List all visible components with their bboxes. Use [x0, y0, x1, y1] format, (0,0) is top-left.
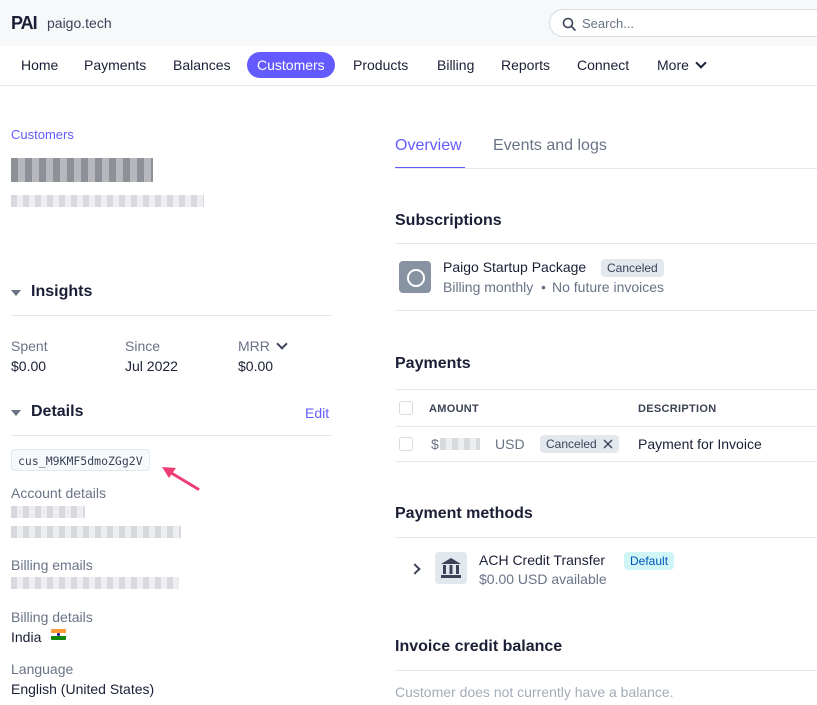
subscription-name[interactable]: Paigo Startup Package [443, 259, 586, 275]
nav-reports[interactable]: Reports [491, 52, 560, 78]
main-nav: Home Payments Balances Customers Product… [0, 46, 817, 86]
account-email-redacted [11, 526, 181, 538]
default-badge: Default [624, 552, 675, 570]
payment-currency: USD [495, 436, 525, 452]
divider [395, 310, 817, 311]
subscription-icon [399, 261, 431, 293]
customer-id[interactable]: cus_M9KMF5dmoZGg2V [11, 449, 150, 471]
insights-toggle-icon[interactable] [11, 290, 21, 296]
chevron-right-icon[interactable] [409, 563, 421, 575]
insights-title: Insights [31, 283, 93, 300]
search-icon [562, 17, 576, 31]
invoice-credit-empty-text: Customer does not currently have a balan… [395, 684, 674, 700]
language-label: Language [11, 661, 74, 677]
annotation-arrow-icon [162, 467, 200, 491]
paigo-logo[interactable]: PAI [11, 11, 41, 33]
subscription-billing: Billing monthly [443, 279, 534, 295]
account-name-redacted [11, 506, 85, 518]
subscription-next-invoice: No future invoices [552, 279, 665, 295]
nav-payments[interactable]: Payments [74, 52, 156, 78]
mrr-label: MRR [238, 338, 270, 354]
payment-status-label: Canceled [546, 437, 597, 451]
details-title: Details [31, 403, 84, 420]
india-flag-icon [51, 629, 66, 640]
account-details-label: Account details [11, 485, 106, 501]
nav-balances[interactable]: Balances [163, 52, 241, 78]
billing-country: India [11, 629, 42, 645]
search-input[interactable]: Search... [549, 9, 817, 37]
billing-details-label: Billing details [11, 609, 93, 625]
mrr-dropdown[interactable]: MRR [238, 338, 288, 354]
payment-methods-title: Payment methods [395, 505, 533, 522]
billing-email-redacted [11, 577, 179, 589]
customer-name-redacted [11, 158, 153, 182]
subscription-status-badge: Canceled [601, 259, 664, 277]
nav-more[interactable]: More [647, 52, 715, 78]
search-placeholder: Search... [582, 16, 635, 31]
breadcrumb[interactable]: Customers [11, 127, 74, 142]
divider [395, 537, 817, 538]
payment-amount-prefix: $ [431, 436, 439, 452]
since-value: Jul 2022 [125, 358, 178, 374]
nav-connect[interactable]: Connect [567, 52, 639, 78]
invoice-credit-title: Invoice credit balance [395, 638, 563, 655]
close-icon [603, 439, 613, 449]
top-bar: PAI paigo.tech Search... [0, 0, 817, 46]
nav-more-label: More [657, 57, 689, 73]
spent-label: Spent [11, 338, 48, 354]
billing-emails-label: Billing emails [11, 557, 93, 573]
subscriptions-title: Subscriptions [395, 212, 502, 229]
svg-text:PAI: PAI [11, 13, 37, 33]
details-toggle-icon[interactable] [11, 410, 21, 416]
spent-value: $0.00 [11, 358, 47, 374]
customer-email-redacted [11, 195, 204, 207]
edit-details-button[interactable]: Edit [305, 405, 329, 421]
divider [11, 435, 332, 436]
language-value: English (United States) [11, 681, 155, 697]
chevron-down-icon [276, 338, 288, 350]
row-checkbox[interactable] [399, 437, 413, 451]
divider [395, 461, 817, 462]
payment-method-available: $0.00 USD available [479, 571, 607, 587]
account-name[interactable]: paigo.tech [47, 15, 112, 31]
nav-billing[interactable]: Billing [427, 52, 484, 78]
chevron-down-icon [695, 57, 707, 69]
tab-overview[interactable]: Overview [395, 137, 462, 155]
nav-home[interactable]: Home [11, 52, 68, 78]
tab-events-and-logs[interactable]: Events and logs [493, 137, 607, 155]
payment-method-name[interactable]: ACH Credit Transfer [479, 552, 605, 568]
divider [395, 426, 817, 427]
mrr-value: $0.00 [238, 358, 274, 374]
payment-status-badge: Canceled [540, 435, 619, 453]
divider [11, 315, 332, 316]
nav-products[interactable]: Products [343, 52, 418, 78]
divider [395, 243, 817, 244]
bank-icon [435, 552, 467, 584]
nav-customers[interactable]: Customers [247, 52, 335, 78]
payment-amount-redacted [440, 438, 480, 450]
column-description: DESCRIPTION [638, 403, 717, 415]
divider [395, 168, 817, 169]
divider [395, 670, 817, 671]
payment-description: Payment for Invoice [638, 436, 762, 452]
column-amount: AMOUNT [429, 403, 480, 415]
since-label: Since [125, 338, 161, 354]
divider [395, 389, 817, 390]
select-all-checkbox[interactable] [399, 401, 413, 415]
payments-title: Payments [395, 355, 471, 372]
separator-dot: • [541, 279, 546, 295]
